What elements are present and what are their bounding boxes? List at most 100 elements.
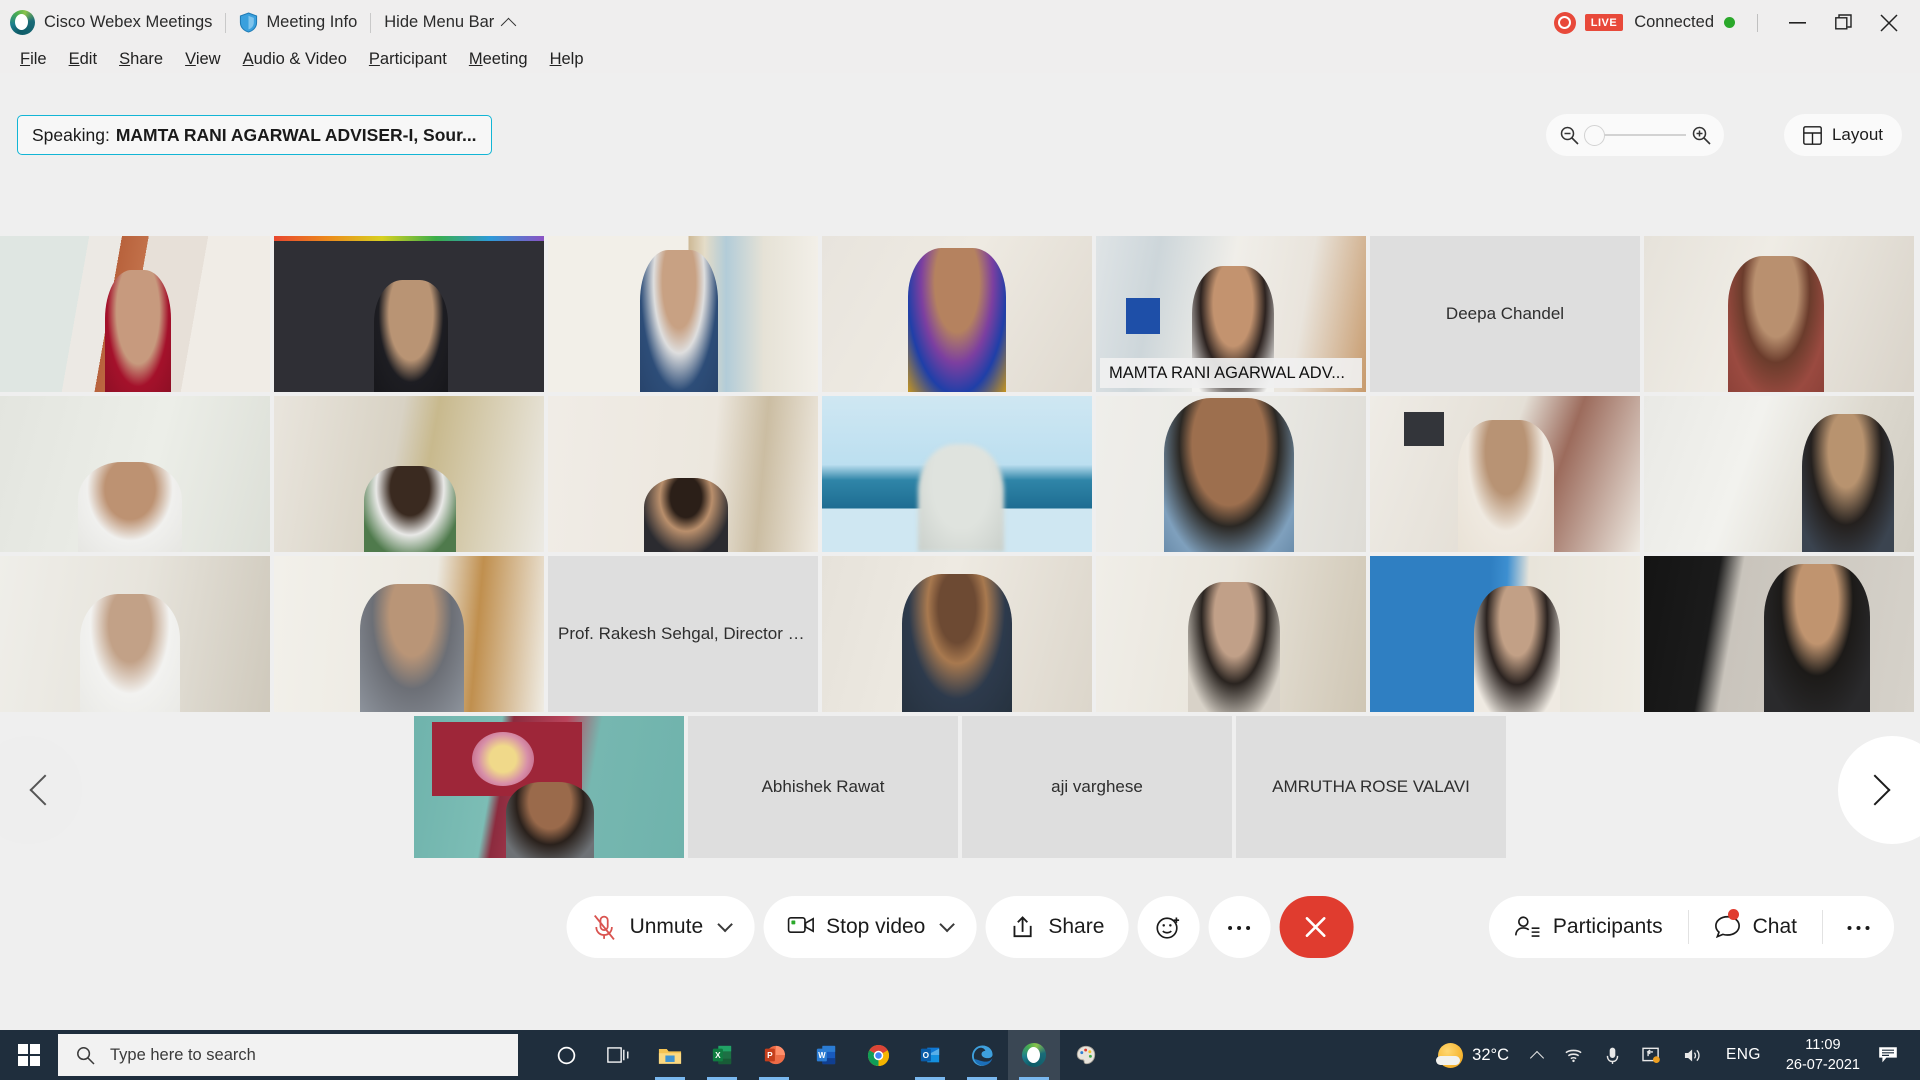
weather-widget[interactable]: 32°C [1426,1042,1521,1068]
more-panel-options-button[interactable] [1823,896,1894,958]
zoom-slider-handle[interactable] [1584,124,1605,146]
video-tile[interactable] [1370,396,1640,552]
video-feed [1096,396,1366,552]
reaction-smiley-icon [1155,914,1182,941]
participant-tile-placeholder[interactable]: Deepa Chandel [1370,236,1640,392]
share-upload-icon [1009,914,1036,941]
menu-item-audio-video[interactable]: Audio & Video [232,48,358,71]
share-button[interactable]: Share [985,896,1129,958]
video-grid-row: Abhishek Rawat aji varghese AMRUTHA ROSE… [0,716,1920,858]
hide-menu-bar-button[interactable]: Hide Menu Bar [384,13,517,34]
video-tile[interactable] [0,236,270,392]
leave-meeting-button[interactable] [1279,896,1354,958]
restore-button[interactable] [1820,0,1866,45]
taskbar-cortana-icon[interactable] [540,1030,592,1080]
menu-item-meeting[interactable]: Meeting [458,48,539,71]
menu-item-help[interactable]: Help [539,48,595,71]
language-indicator[interactable]: ENG [1713,1046,1774,1064]
participants-icon [1514,914,1541,941]
video-tile[interactable] [1644,236,1914,392]
menu-item-participant[interactable]: Participant [358,48,458,71]
unmute-button[interactable]: Unmute [566,896,755,958]
show-hidden-icons-button[interactable] [1521,1050,1553,1066]
taskbar-paint-icon[interactable] [1060,1030,1112,1080]
layout-button[interactable]: Layout [1783,114,1902,156]
video-tile[interactable] [414,716,684,858]
hide-menu-bar-label: Hide Menu Bar [384,13,495,31]
more-options-button[interactable] [1208,896,1271,958]
notification-icon[interactable] [1872,1046,1910,1064]
video-tile[interactable] [548,236,818,392]
video-tile[interactable] [548,396,818,552]
video-tile-active-speaker[interactable]: MAMTA RANI AGARWAL ADV... [1096,236,1366,392]
chevron-down-icon[interactable] [939,916,955,932]
participant-tile-placeholder[interactable]: AMRUTHA ROSE VALAVI [1236,716,1506,858]
minimize-button[interactable] [1774,0,1820,45]
taskbar-word-icon[interactable]: W [800,1030,852,1080]
chevron-down-icon[interactable] [716,916,733,932]
participant-tile-placeholder[interactable]: Prof. Rakesh Sehgal, Director NI... [548,556,818,712]
screen-share-icon[interactable] [1631,1047,1672,1064]
clock-widget[interactable]: 11:09 26-07-2021 [1774,1035,1872,1075]
video-tile[interactable] [1096,556,1366,712]
system-tray: 32°C ENG 11:09 26-07-2021 [1426,1035,1920,1075]
taskbar-chrome-icon[interactable] [852,1030,904,1080]
participant-tile-placeholder[interactable]: Abhishek Rawat [688,716,958,858]
video-tile[interactable] [274,236,544,392]
svg-text:O: O [923,1051,930,1060]
zoom-slider-track[interactable] [1584,124,1686,146]
video-tile[interactable] [274,556,544,712]
taskbar-outlook-icon[interactable]: O [904,1030,956,1080]
video-feed [822,236,1092,392]
menu-item-edit[interactable]: Edit [58,48,108,71]
video-feed [274,396,544,552]
video-tile[interactable] [274,396,544,552]
video-feed [0,236,270,392]
video-tile[interactable] [1644,556,1914,712]
volume-icon[interactable] [1672,1047,1713,1064]
taskbar-file-explorer-icon[interactable] [644,1030,696,1080]
zoom-slider-group[interactable] [1546,114,1724,156]
connection-status-dot [1724,17,1735,28]
windows-logo [18,1044,40,1066]
video-tile[interactable] [1644,396,1914,552]
taskbar-edge-icon[interactable] [956,1030,1008,1080]
taskbar-webex-icon[interactable] [1008,1030,1060,1080]
zoom-in-icon[interactable] [1691,125,1711,145]
video-tile[interactable] [0,396,270,552]
microphone-icon[interactable] [1594,1046,1631,1065]
menu-item-share[interactable]: Share [108,48,174,71]
video-tile[interactable] [1370,556,1640,712]
close-button[interactable] [1866,0,1912,45]
divider [370,12,372,33]
reactions-button[interactable] [1137,896,1200,958]
video-tile[interactable] [822,236,1092,392]
zoom-out-icon[interactable] [1559,125,1579,145]
record-icon[interactable] [1553,11,1576,34]
menu-item-file[interactable]: File [9,48,58,71]
windows-start-icon[interactable] [0,1030,58,1080]
stop-video-button[interactable]: Stop video [763,896,977,958]
taskbar-excel-icon[interactable]: X [696,1030,748,1080]
wifi-icon[interactable] [1553,1047,1594,1063]
video-tile[interactable] [1096,396,1366,552]
chat-button[interactable]: Chat [1689,896,1822,958]
video-feed [274,556,544,712]
video-feed [822,396,1092,552]
video-tile[interactable] [822,556,1092,712]
taskbar-powerpoint-icon[interactable]: P [748,1030,800,1080]
participants-button[interactable]: Participants [1489,896,1688,958]
search-input[interactable]: Type here to search [58,1034,518,1076]
meeting-control-bar: Unmute Stop video Share Participants Cha… [0,861,1920,1030]
video-feed [1644,396,1914,552]
meeting-info-button[interactable]: Meeting Info [266,13,357,32]
participant-tile-placeholder[interactable]: aji varghese [962,716,1232,858]
secondary-controls-group: Participants Chat [1488,896,1894,958]
taskbar-task-view-icon[interactable] [592,1030,644,1080]
title-bar-left-group: Cisco Webex Meetings Meeting Info Hide M… [0,10,517,35]
video-feed [1370,396,1640,552]
video-tile[interactable] [822,396,1092,552]
menu-item-view[interactable]: View [174,48,231,71]
connection-status-label: Connected [1634,13,1714,31]
video-tile[interactable] [0,556,270,712]
